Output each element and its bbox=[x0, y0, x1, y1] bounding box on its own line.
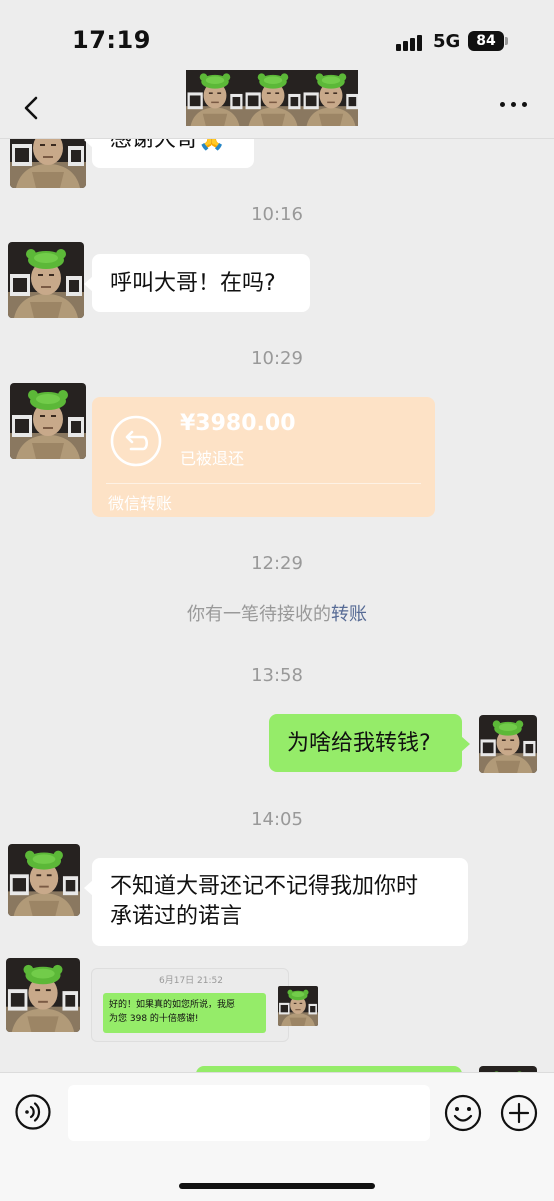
quote-line: 好的！如果真的如您所说，我愿 bbox=[109, 1000, 236, 1010]
divider bbox=[106, 483, 421, 484]
transfer-link[interactable]: 转账 bbox=[331, 604, 367, 625]
signal-icon bbox=[396, 33, 426, 51]
home-indicator bbox=[179, 1183, 375, 1189]
quote-avatar bbox=[278, 986, 318, 1026]
message-input[interactable] bbox=[68, 1085, 430, 1141]
battery-tip bbox=[505, 37, 508, 45]
system-message: 你有一笔待接收的转账 bbox=[0, 600, 554, 626]
chevron-left-icon[interactable] bbox=[18, 94, 44, 122]
timestamp: 10:16 bbox=[251, 204, 303, 225]
avatar[interactable] bbox=[10, 383, 86, 459]
chat-header bbox=[0, 66, 554, 139]
avatar[interactable] bbox=[6, 958, 80, 1032]
transfer-status: 已被退还 bbox=[180, 449, 245, 468]
title-avatar bbox=[186, 68, 244, 126]
return-arrow-icon bbox=[110, 415, 162, 467]
status-bar: 17:19 5G 84 bbox=[0, 0, 554, 70]
image-message[interactable]: 6月17日 21:52 好的！如果真的如您所说，我愿 为您 398 的十倍感谢! bbox=[91, 968, 289, 1042]
ellipsis-icon[interactable] bbox=[498, 94, 530, 114]
status-time: 17:19 bbox=[72, 26, 151, 54]
network-label: 5G bbox=[433, 31, 461, 52]
emoji-icon[interactable] bbox=[444, 1094, 482, 1132]
transfer-footer: 微信转账 bbox=[108, 494, 173, 513]
plus-icon[interactable] bbox=[500, 1094, 538, 1132]
message-line: 不知道大哥还记不记得我加你时 bbox=[110, 874, 419, 899]
quote-date: 6月17日 21:52 bbox=[159, 976, 223, 986]
message-line: 承诺过的诺言 bbox=[110, 904, 243, 929]
quote-line: 为您 398 的十倍感谢! bbox=[109, 1014, 199, 1024]
quote-bubble: 好的！如果真的如您所说，我愿 为您 398 的十倍感谢! bbox=[103, 993, 266, 1033]
title-avatar bbox=[302, 68, 358, 126]
message-bubble[interactable]: 不知道大哥还记不记得我加你时 承诺过的诺言 bbox=[84, 858, 468, 946]
timestamp: 10:29 bbox=[251, 348, 303, 369]
timestamp: 13:58 bbox=[251, 665, 303, 686]
voice-icon[interactable] bbox=[15, 1094, 51, 1130]
timestamp: 12:29 bbox=[251, 553, 303, 574]
chat-title-avatars[interactable] bbox=[186, 68, 358, 126]
avatar-self[interactable] bbox=[479, 715, 537, 773]
avatar[interactable] bbox=[8, 844, 80, 916]
message-bubble-self[interactable]: 为啥给我转钱? bbox=[269, 714, 470, 772]
title-avatar bbox=[244, 68, 302, 126]
timestamp: 14:05 bbox=[251, 809, 303, 830]
transfer-card[interactable]: ¥3980.00 已被退还 微信转账 bbox=[92, 397, 435, 517]
system-message-text: 你有一笔待接收的 bbox=[187, 604, 331, 625]
transfer-amount: ¥3980.00 bbox=[180, 411, 296, 436]
message-bubble[interactable]: 呼叫大哥！在吗? bbox=[84, 254, 310, 312]
avatar[interactable] bbox=[8, 242, 84, 318]
input-bar bbox=[0, 1072, 554, 1201]
battery-icon: 84 bbox=[468, 31, 504, 51]
